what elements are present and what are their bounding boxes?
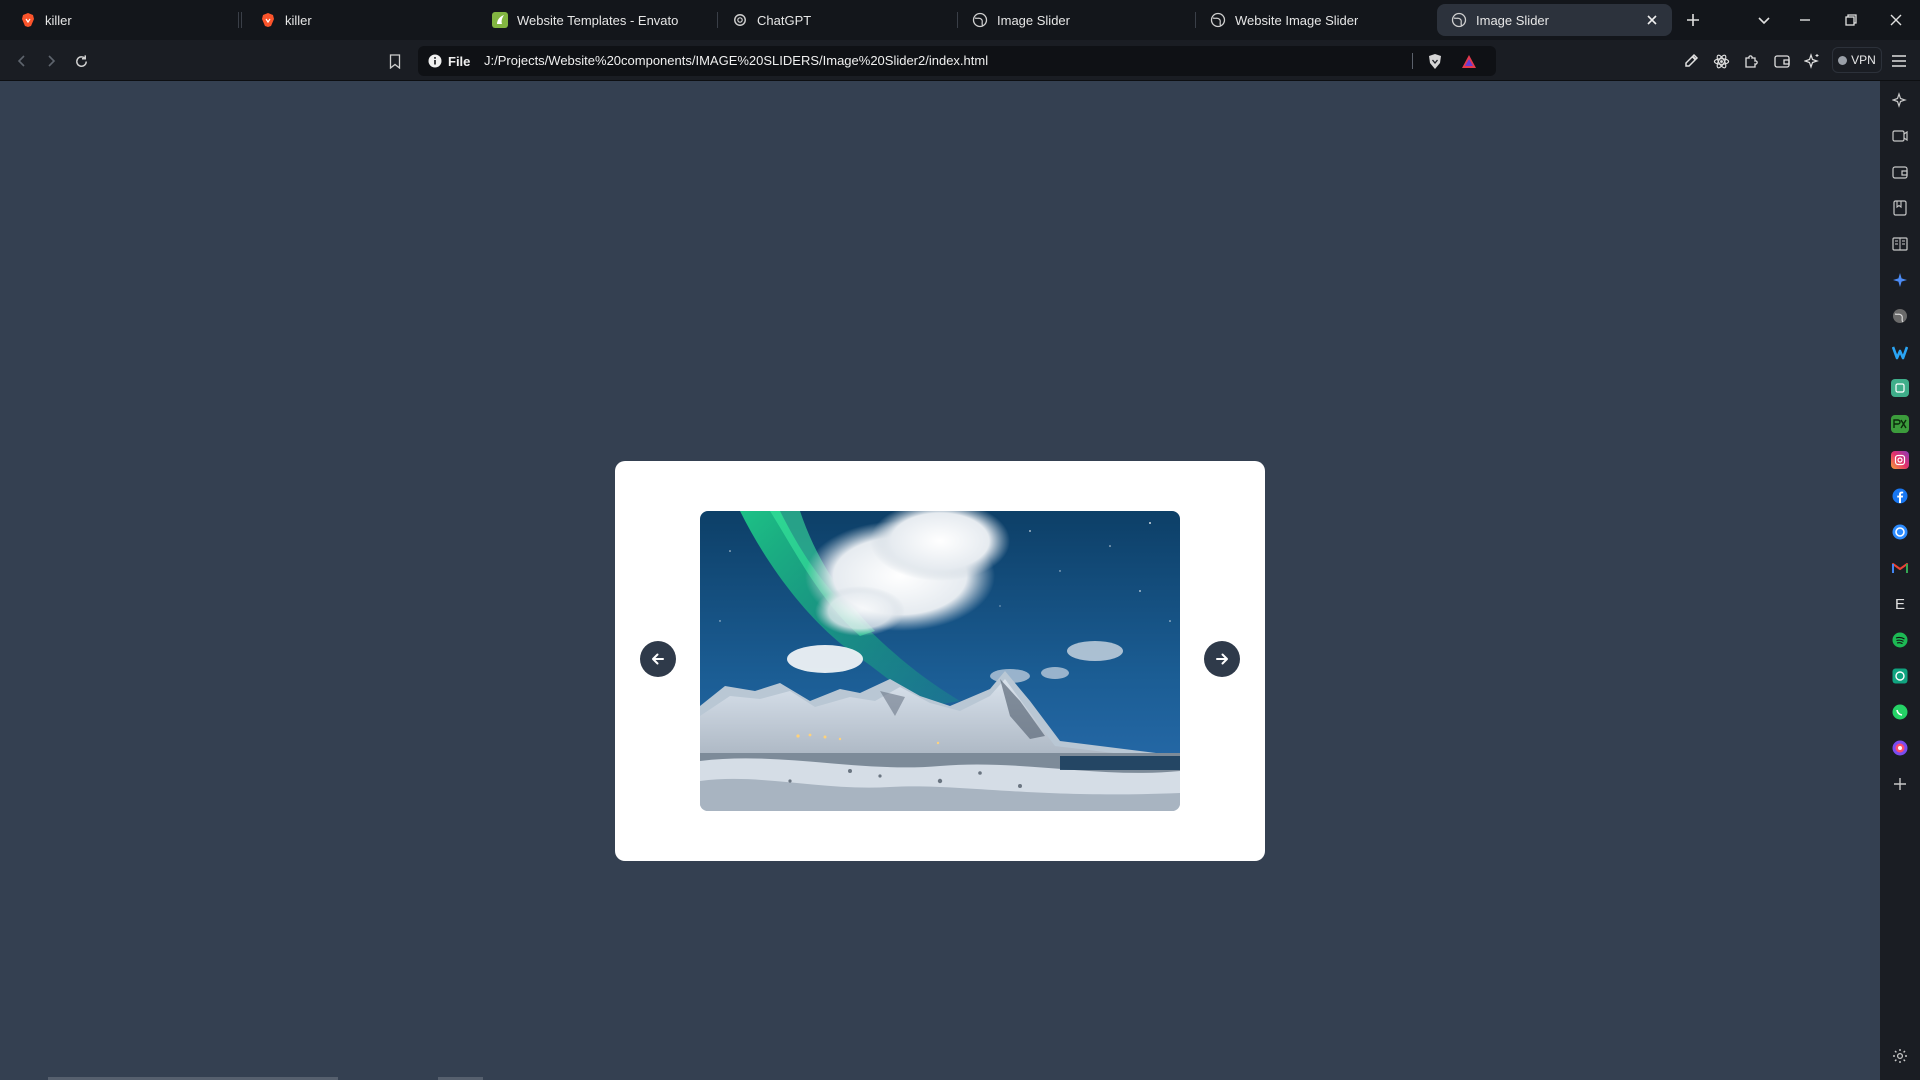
sidebar-reading-list-icon[interactable] (1891, 235, 1909, 253)
address-divider (1412, 53, 1413, 69)
vpn-button[interactable]: VPN (1832, 47, 1882, 73)
tab-image-slider-active[interactable]: Image Slider (1437, 4, 1672, 36)
forward-arrow-icon[interactable] (39, 49, 63, 73)
hamburger-menu-icon[interactable] (1887, 49, 1911, 73)
sidebar-chatgpt-app-icon[interactable] (1891, 667, 1909, 685)
address-bar[interactable]: File J:/Projects/Website%20components/IM… (418, 46, 1496, 76)
arrow-right-icon (1216, 653, 1228, 665)
globe-icon (972, 12, 988, 28)
tab-website-image-slider[interactable]: Website Image Slider (1195, 4, 1434, 36)
close-window-button[interactable] (1884, 8, 1908, 32)
reload-icon[interactable] (69, 49, 93, 73)
tab-killer-2[interactable]: killer (246, 4, 482, 36)
tab-title: ChatGPT (757, 12, 812, 28)
brave-rewards-icon[interactable] (1457, 49, 1481, 73)
scheme-label: File (448, 53, 471, 69)
info-icon (428, 54, 442, 68)
sidebar-instagram-icon[interactable] (1891, 451, 1909, 469)
tab-title: Website Templates - Envato (517, 12, 679, 28)
previous-slide-button[interactable] (640, 641, 676, 677)
slide-image-aurora (700, 511, 1180, 811)
brave-lion-icon (260, 12, 276, 28)
sidebar-spotify-icon[interactable] (1891, 631, 1909, 649)
tab-separator (957, 12, 958, 28)
sidebar-video-icon[interactable] (1891, 127, 1909, 145)
aurora-landscape-image (700, 511, 1180, 811)
vpn-label: VPN (1851, 53, 1876, 67)
brave-shields-icon[interactable] (1423, 49, 1447, 73)
sidebar-envato-letter-icon[interactable]: E (1891, 595, 1909, 613)
page-viewport (0, 81, 1880, 1080)
extensions-puzzle-icon[interactable] (1739, 49, 1763, 73)
vpn-status-dot-icon (1838, 55, 1848, 65)
right-sidebar: E (1880, 81, 1920, 1080)
tab-chatgpt[interactable]: ChatGPT (717, 4, 958, 36)
browser-toolbar: File J:/Projects/Website%20components/IM… (0, 40, 1920, 81)
tab-separator (241, 12, 242, 28)
close-tab-icon[interactable] (1644, 12, 1660, 28)
sidebar-monday-icon[interactable] (1891, 343, 1909, 361)
sidebar-wallet-icon[interactable] (1891, 163, 1909, 181)
minimize-window-button[interactable] (1793, 8, 1817, 32)
sidebar-globe-app-icon[interactable] (1891, 307, 1909, 325)
new-tab-button[interactable] (1681, 8, 1705, 32)
tab-separator (1195, 12, 1196, 28)
next-slide-button[interactable] (1204, 641, 1240, 677)
tab-title: Image Slider (997, 12, 1070, 28)
back-arrow-icon[interactable] (10, 49, 34, 73)
sidebar-app-px-icon[interactable] (1891, 415, 1909, 433)
tab-separator (717, 12, 718, 28)
tab-title: killer (285, 12, 312, 28)
openai-icon (732, 12, 748, 28)
image-slider-card (615, 461, 1265, 861)
sidebar-settings-gear-icon[interactable] (1891, 1047, 1909, 1065)
globe-icon (1451, 12, 1467, 28)
tab-envato[interactable]: Website Templates - Envato (238, 4, 718, 36)
sidebar-threads-icon[interactable] (1891, 739, 1909, 757)
tab-title: killer (45, 12, 72, 28)
tab-image-slider[interactable]: Image Slider (957, 4, 1196, 36)
arrow-left-icon (652, 653, 664, 665)
sidebar-letter-label: E (1894, 595, 1905, 613)
tab-title: Image Slider (1476, 12, 1549, 28)
brave-lion-icon (20, 12, 36, 28)
sidebar-whatsapp-icon[interactable] (1891, 703, 1909, 721)
envato-icon (492, 12, 508, 28)
sidebar-gmail-icon[interactable] (1891, 559, 1909, 577)
sidebar-messenger-icon[interactable] (1891, 523, 1909, 541)
sidebar-star-icon[interactable] (1891, 91, 1909, 109)
leo-ai-star-icon[interactable] (1800, 49, 1824, 73)
url-text[interactable]: J:/Projects/Website%20components/IMAGE%2… (484, 53, 988, 68)
sidebar-app-green-icon[interactable] (1891, 379, 1909, 397)
bookmark-icon[interactable] (383, 49, 407, 73)
restore-window-button[interactable] (1839, 8, 1863, 32)
tab-separator (238, 12, 239, 28)
color-picker-icon[interactable] (1679, 49, 1703, 73)
globe-icon (1210, 12, 1226, 28)
sidebar-add-icon[interactable] (1891, 775, 1909, 793)
wallet-icon[interactable] (1770, 49, 1794, 73)
tab-strip: killer killer Website Templates - Envato… (0, 0, 1920, 40)
tab-title: Website Image Slider (1235, 12, 1359, 28)
sidebar-bookmarks-icon[interactable] (1891, 199, 1909, 217)
tab-list-chevron-down-icon[interactable] (1752, 8, 1776, 32)
site-info-button[interactable]: File (428, 53, 470, 69)
sidebar-leo-ai-icon[interactable] (1891, 271, 1909, 289)
react-devtools-icon[interactable] (1709, 49, 1733, 73)
sidebar-facebook-icon[interactable] (1891, 487, 1909, 505)
tab-killer-1[interactable]: killer (6, 4, 242, 36)
